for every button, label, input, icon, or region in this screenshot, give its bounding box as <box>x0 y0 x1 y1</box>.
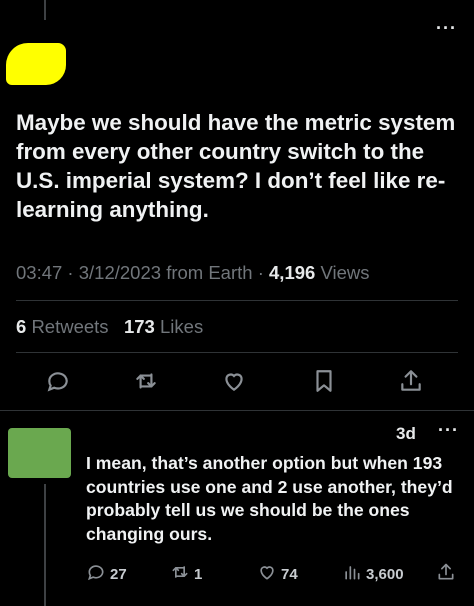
post-stats: 6 Retweets 173 Likes <box>16 316 203 338</box>
like-icon <box>257 562 277 586</box>
post-source: from Earth <box>166 262 253 283</box>
reply-text: I mean, that’s another option but when 1… <box>86 453 453 544</box>
views-label: Views <box>320 262 370 283</box>
post-metadata: 03:47 · 3/12/2023 from Earth · 4,196 Vie… <box>16 262 369 284</box>
thread-connector-top <box>44 0 46 20</box>
post-time[interactable]: 03:47 <box>16 262 62 283</box>
share-icon <box>436 562 456 586</box>
meta-separator: · <box>252 262 270 283</box>
reply-retweet-button[interactable]: 1 <box>170 562 202 586</box>
reply-replies-count: 27 <box>110 565 127 583</box>
reply-reply-button[interactable]: 27 <box>86 562 127 586</box>
post-date[interactable]: 3/12/2023 <box>79 262 161 283</box>
reply-share-button[interactable] <box>436 562 456 586</box>
reply-age[interactable]: 3d <box>396 424 416 444</box>
reply-retweets-count: 1 <box>194 565 203 583</box>
reply-like-button[interactable]: 74 <box>257 562 298 586</box>
likes-stat[interactable]: 173 Likes <box>124 316 203 337</box>
reply-views-count: 3,600 <box>366 565 404 583</box>
reply-views-button[interactable]: 3,600 <box>342 562 404 586</box>
reply-icon <box>86 562 106 586</box>
meta-separator: · <box>62 262 79 283</box>
reply-more-options-icon[interactable]: ··· <box>438 420 459 441</box>
redacted-reply-author <box>8 428 71 478</box>
post-text: Maybe we should have the metric system f… <box>16 110 456 222</box>
share-icon[interactable] <box>398 368 426 396</box>
bookmark-icon[interactable] <box>311 368 339 396</box>
reply-action-bar: 27 1 74 3,600 <box>0 562 474 588</box>
divider <box>16 300 458 301</box>
retweet-icon <box>170 562 190 586</box>
reply-icon[interactable] <box>45 368 73 396</box>
views-icon <box>342 562 362 586</box>
redacted-author <box>6 43 66 85</box>
like-icon[interactable] <box>221 368 249 396</box>
retweets-stat[interactable]: 6 Retweets <box>16 316 109 337</box>
post-action-bar <box>0 368 474 398</box>
section-divider <box>0 410 474 411</box>
reply-likes-count: 74 <box>281 565 298 583</box>
retweet-icon[interactable] <box>133 368 161 396</box>
divider <box>16 352 458 353</box>
more-options-icon[interactable]: ··· <box>436 18 457 39</box>
views-count: 4,196 <box>269 262 316 283</box>
